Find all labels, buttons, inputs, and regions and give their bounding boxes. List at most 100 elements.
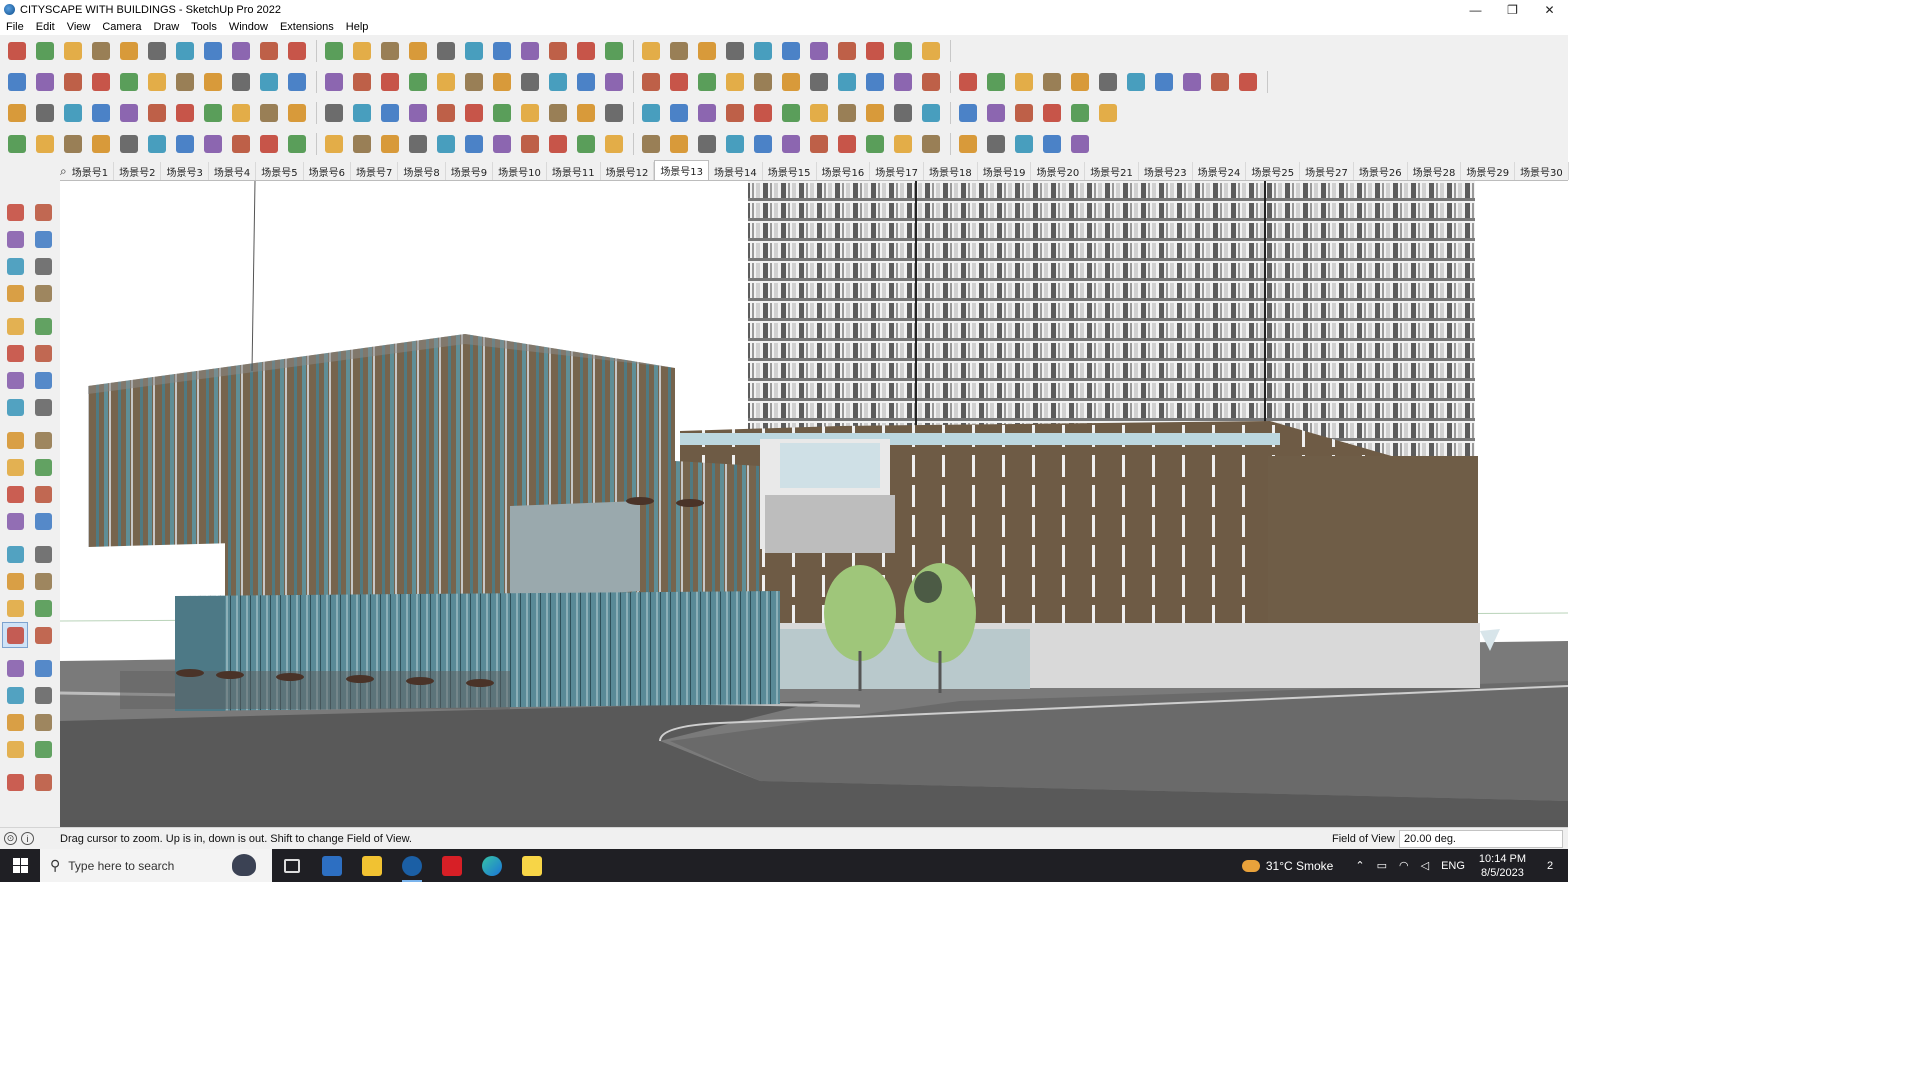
scene-tab[interactable]: 场景号23: [1139, 162, 1193, 180]
scene-tab[interactable]: 场景号1: [67, 162, 115, 180]
rectangle-tool-button[interactable]: [2, 313, 28, 339]
arc2-tool-button[interactable]: [30, 367, 56, 393]
pan-tool-tool-button[interactable]: [30, 595, 56, 621]
up-down-button[interactable]: [750, 39, 776, 63]
line-tool-button[interactable]: [2, 280, 28, 306]
tape-measure-button[interactable]: [321, 39, 347, 63]
component-button[interactable]: [517, 39, 543, 63]
push-pull-button[interactable]: [172, 39, 198, 63]
roof-red-button[interactable]: [1123, 70, 1149, 94]
columns-button[interactable]: [918, 132, 944, 156]
menu-draw[interactable]: Draw: [153, 21, 179, 33]
text-tool-button[interactable]: [30, 541, 56, 567]
plane-button[interactable]: [144, 132, 170, 156]
geo-location-icon[interactable]: ⊙: [4, 832, 17, 845]
menu-camera[interactable]: Camera: [102, 21, 141, 33]
gear-outline-button[interactable]: [116, 132, 142, 156]
arch-button[interactable]: [405, 132, 431, 156]
extrude-orange-button[interactable]: [200, 70, 226, 94]
cube-button[interactable]: [32, 70, 58, 94]
rectangle-button[interactable]: [144, 39, 170, 63]
loop-red-button[interactable]: [601, 101, 627, 125]
x-red-button[interactable]: [1039, 101, 1065, 125]
extrude-orange2-button[interactable]: [228, 70, 254, 94]
leaf-button[interactable]: [666, 70, 692, 94]
select-button[interactable]: [32, 39, 58, 63]
surface-star-button[interactable]: [433, 70, 459, 94]
rotate-tool-button[interactable]: [2, 454, 28, 480]
sketchup-icon[interactable]: [392, 849, 432, 882]
twist-button[interactable]: [256, 132, 282, 156]
triangle-button[interactable]: [601, 132, 627, 156]
sweep-button[interactable]: [172, 132, 198, 156]
slope-button[interactable]: [638, 132, 664, 156]
hands-button[interactable]: [489, 132, 515, 156]
tape-measure-tool-button[interactable]: [2, 508, 28, 534]
hatch-dark2-button[interactable]: [862, 132, 888, 156]
grid-orange-button[interactable]: [955, 101, 981, 125]
3d-text-tool-button[interactable]: [30, 568, 56, 594]
scene-tab[interactable]: 场景号27: [1300, 162, 1354, 180]
clock[interactable]: 10:14 PM 8/5/2023: [1479, 852, 1526, 880]
loop-orange2-button[interactable]: [573, 101, 599, 125]
push-red-button[interactable]: [88, 70, 114, 94]
arches-button[interactable]: [433, 132, 459, 156]
corner-button[interactable]: [834, 101, 860, 125]
paste-button[interactable]: [918, 39, 944, 63]
info-icon[interactable]: i: [21, 832, 34, 845]
leaf-outline-button[interactable]: [517, 132, 543, 156]
menu-window[interactable]: Window: [229, 21, 268, 33]
scene-tab[interactable]: 场景号13: [654, 160, 710, 180]
hatch-dark3-button[interactable]: [890, 132, 916, 156]
wifi-icon[interactable]: ◠: [1399, 859, 1409, 872]
shape-gear-button[interactable]: [983, 70, 1009, 94]
eraser-button[interactable]: [60, 39, 86, 63]
zoom-button[interactable]: [4, 39, 30, 63]
square-red-button[interactable]: [200, 101, 226, 125]
roof-slab-button[interactable]: [1207, 70, 1233, 94]
zoom-tool-tool-button[interactable]: [2, 622, 28, 648]
layer-red-button[interactable]: [116, 101, 142, 125]
function-button[interactable]: [638, 70, 664, 94]
match-photo-button[interactable]: [834, 39, 860, 63]
freehand-tool-button[interactable]: [30, 280, 56, 306]
zoom-window-tool-button[interactable]: [30, 622, 56, 648]
zoom-extents-tool-button[interactable]: [2, 655, 28, 681]
slope3-button[interactable]: [694, 132, 720, 156]
corner-line-button[interactable]: [284, 132, 310, 156]
gear-red-button[interactable]: [778, 101, 804, 125]
measurements-box[interactable]: 20.00 deg.: [1399, 830, 1563, 848]
component-tool-button[interactable]: [2, 253, 28, 279]
position-camera-tool-button[interactable]: [2, 682, 28, 708]
gear-gold-button[interactable]: [890, 101, 916, 125]
scene-tab[interactable]: 场景号30: [1515, 162, 1569, 180]
scene-tab[interactable]: 场景号3: [161, 162, 209, 180]
hatch-dark-button[interactable]: [834, 132, 860, 156]
tree-green-button[interactable]: [750, 101, 776, 125]
chevron-up-icon[interactable]: ⌃: [1355, 859, 1364, 872]
eraser-pink-button[interactable]: [1039, 70, 1065, 94]
arc3-tool-button[interactable]: [30, 394, 56, 420]
shape-ellipse-button[interactable]: [806, 70, 832, 94]
battery-icon[interactable]: ▭: [1377, 859, 1387, 872]
scene-tab[interactable]: 场景号19: [978, 162, 1032, 180]
grid-orange2-button[interactable]: [983, 101, 1009, 125]
push-pull-tool-button[interactable]: [30, 427, 56, 453]
sphere-dark2-button[interactable]: [983, 132, 1009, 156]
layer-blue2-button[interactable]: [32, 101, 58, 125]
bucket-button[interactable]: [694, 101, 720, 125]
acrobat-icon[interactable]: [432, 849, 472, 882]
scale-tool-button[interactable]: [2, 481, 28, 507]
scenes-tool-button[interactable]: [30, 769, 56, 795]
task-view-icon[interactable]: [272, 849, 312, 882]
house-outline-button[interactable]: [573, 70, 599, 94]
shape-circle-button[interactable]: [750, 70, 776, 94]
calculator-icon[interactable]: [312, 849, 352, 882]
components-tool-button[interactable]: [2, 736, 28, 762]
scene-tab[interactable]: 场景号12: [601, 162, 655, 180]
protractor-tool-button[interactable]: [2, 541, 28, 567]
circle-tool-button[interactable]: [2, 340, 28, 366]
cross-green-button[interactable]: [433, 101, 459, 125]
follow-me-button[interactable]: [200, 39, 226, 63]
line-button[interactable]: [88, 39, 114, 63]
